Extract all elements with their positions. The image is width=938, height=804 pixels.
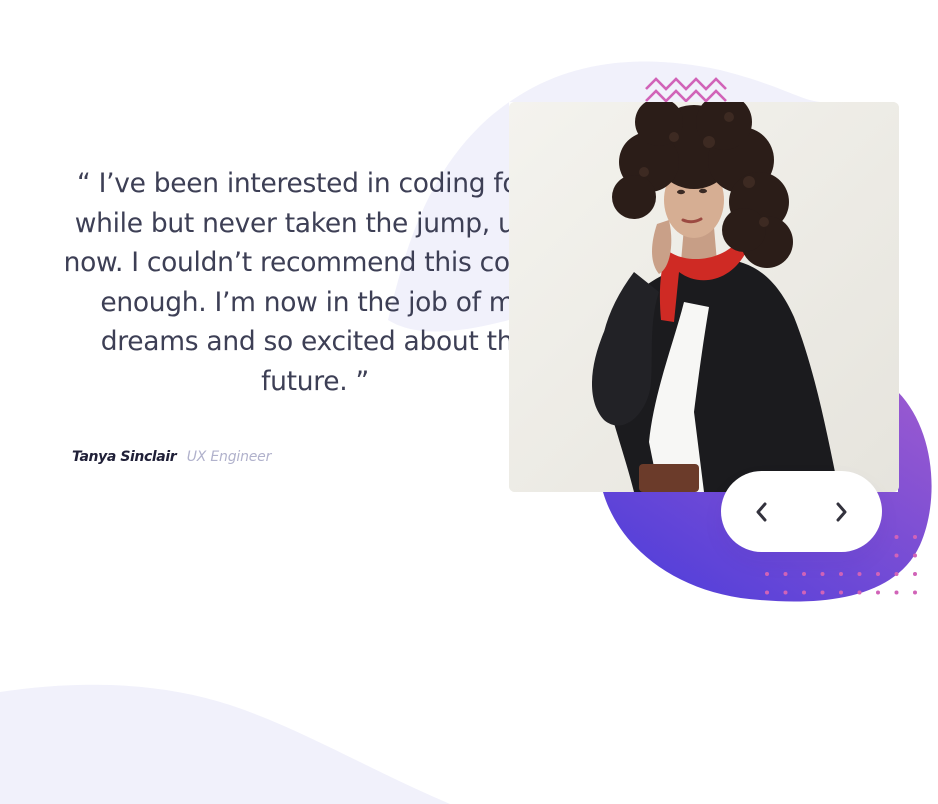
author-name: Tanya Sinclair: [72, 449, 177, 465]
dot: [839, 572, 843, 576]
testimonial-section: “ I’ve been interested in coding for a w…: [0, 0, 938, 804]
dot: [802, 590, 806, 595]
portrait-illustration: [509, 102, 899, 492]
chevron-right-icon: [836, 502, 847, 521]
dot: [913, 553, 917, 558]
next-button[interactable]: [814, 484, 870, 540]
dot: [894, 572, 899, 576]
zigzag-icon: [645, 77, 727, 103]
dot: [876, 590, 880, 595]
dot: [857, 572, 862, 576]
dot: [820, 572, 825, 576]
dot: [802, 572, 806, 576]
testimonial-photo: [509, 102, 899, 492]
author-role: UX Engineer: [186, 449, 272, 465]
slider-navigation: [721, 471, 882, 552]
dot: [765, 572, 769, 576]
dot: [913, 590, 917, 595]
bottom-wave: [0, 684, 450, 804]
dot: [783, 590, 788, 595]
dot: [839, 590, 843, 595]
chevron-left-icon: [756, 502, 767, 521]
dot: [765, 590, 769, 595]
dot: [857, 590, 862, 595]
dot: [913, 572, 917, 576]
testimonial-quote: “ I’ve been interested in coding for a w…: [63, 168, 567, 397]
dot: [820, 590, 825, 595]
dot: [876, 572, 880, 576]
testimonial-author: Tanya Sinclair UX Engineer: [72, 449, 271, 465]
dot: [894, 535, 899, 539]
dot: [894, 553, 899, 558]
dot: [783, 572, 788, 576]
dot: [913, 535, 917, 539]
dot: [894, 590, 899, 595]
previous-button[interactable]: [733, 484, 789, 540]
